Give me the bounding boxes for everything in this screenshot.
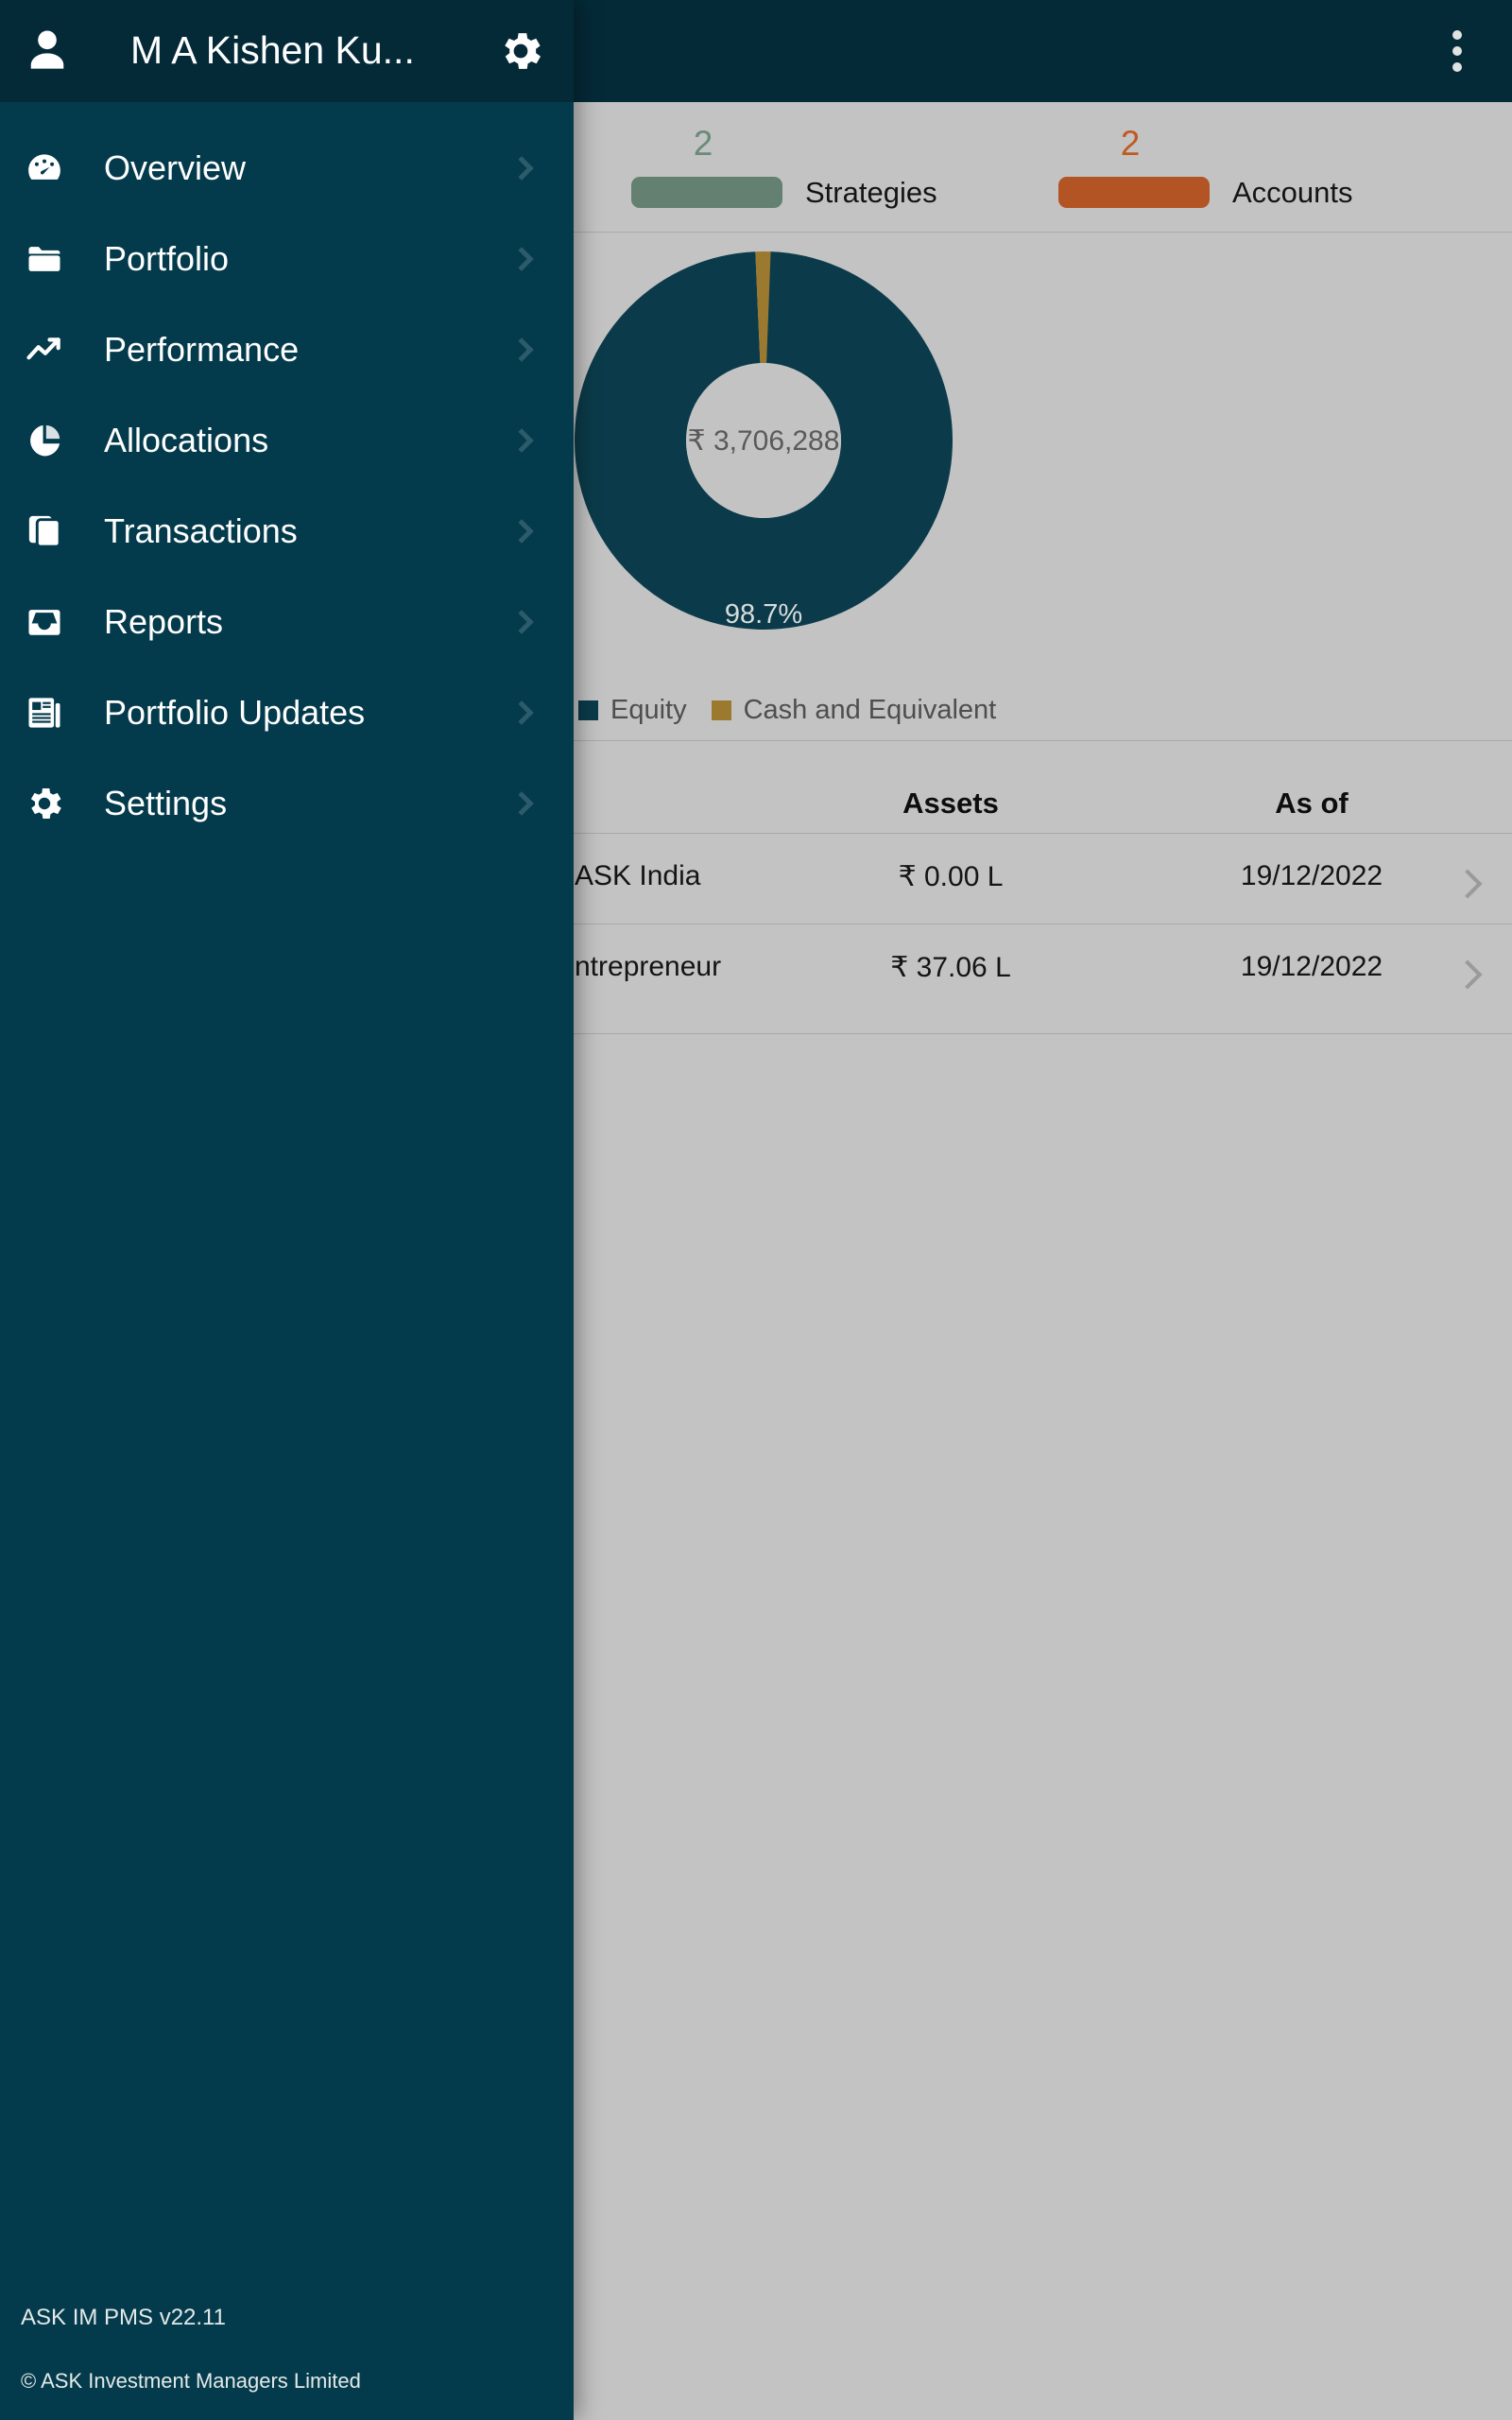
sidebar-item-label: Portfolio Updates <box>104 693 366 732</box>
sidebar-item-label: Transactions <box>104 511 298 550</box>
column-header-as-of: As of <box>1275 786 1349 820</box>
app-version: ASK IM PMS v22.11 <box>21 2305 226 2330</box>
row-assets: ₹ 37.06 L <box>890 952 1011 983</box>
pie-chart-icon <box>23 419 66 462</box>
chart-legend: Equity Cash and Equivalent <box>578 695 996 726</box>
donut-equity-percent: 98.7% <box>724 599 803 630</box>
overflow-menu-button[interactable] <box>1435 28 1480 74</box>
chevron-right-icon <box>509 247 534 271</box>
accounts-count: 2 <box>1120 123 1141 163</box>
column-header-assets: Assets <box>902 786 999 820</box>
sidebar-item-label: Settings <box>104 784 228 822</box>
legend-swatch-cash-icon <box>711 700 731 720</box>
chevron-right-icon <box>509 791 534 816</box>
drawer-header: M A Kishen Ku... <box>0 0 574 102</box>
sidebar-item-reports[interactable]: Reports <box>0 577 574 667</box>
chevron-right-icon[interactable] <box>1452 959 1483 990</box>
strategies-count: 2 <box>693 123 713 163</box>
trending-up-icon <box>23 328 66 372</box>
sidebar-item-label: Portfolio <box>104 239 230 278</box>
person-icon <box>21 25 74 78</box>
sidebar-item-label: Allocations <box>104 421 269 459</box>
accounts-pill <box>1058 177 1210 208</box>
legend-swatch-equity-icon <box>578 700 598 720</box>
chevron-right-icon <box>509 610 534 634</box>
accounts-label: Accounts <box>1232 175 1353 209</box>
stat-accounts: 2 Accounts <box>1058 102 1455 233</box>
chevron-right-icon <box>509 700 534 725</box>
more-vertical-icon-dot <box>1452 46 1462 56</box>
app-root: 2 Strategies 2 Accounts ₹ 3,706,288 98.7… <box>0 0 1512 2420</box>
more-vertical-icon-dot <box>1452 62 1462 72</box>
gear-icon[interactable] <box>496 26 545 76</box>
sidebar-item-portfolio-updates[interactable]: Portfolio Updates <box>0 667 574 758</box>
sidebar-item-portfolio[interactable]: Portfolio <box>0 214 574 304</box>
row-account-name: ntrepreneur <box>575 951 722 982</box>
sidebar-item-allocations[interactable]: Allocations <box>0 395 574 486</box>
row-account-name: ASK India <box>575 860 701 891</box>
chevron-right-icon <box>509 428 534 453</box>
more-vertical-icon-dot <box>1452 30 1462 40</box>
legend-item-cash[interactable]: Cash and Equivalent <box>711 695 997 726</box>
row-as-of: 19/12/2022 <box>1240 860 1383 891</box>
newspaper-icon <box>23 691 66 735</box>
inbox-icon <box>23 600 66 644</box>
strategies-label: Strategies <box>805 175 937 209</box>
chevron-right-icon[interactable] <box>1452 869 1483 899</box>
drawer-footer: ASK IM PMS v22.11 © ASK Investment Manag… <box>0 2305 574 2420</box>
sidebar-item-performance[interactable]: Performance <box>0 304 574 395</box>
chevron-right-icon <box>509 519 534 544</box>
sidebar-item-label: Performance <box>104 330 300 369</box>
copy-icon <box>23 510 66 553</box>
legend-label-cash: Cash and Equivalent <box>743 695 997 725</box>
chevron-right-icon <box>509 337 534 362</box>
gear-icon <box>23 782 66 825</box>
navigation-drawer: M A Kishen Ku... Overview Portfolio Perf… <box>0 0 574 2420</box>
folder-icon <box>23 237 66 281</box>
allocation-donut-chart[interactable]: ₹ 3,706,288 98.7% <box>575 251 953 630</box>
sidebar-item-label: Overview <box>104 148 247 187</box>
sidebar-item-overview[interactable]: Overview <box>0 123 574 214</box>
legend-item-equity[interactable]: Equity <box>578 695 687 726</box>
sidebar-item-transactions[interactable]: Transactions <box>0 486 574 577</box>
donut-center-value: ₹ 3,706,288 <box>687 425 840 457</box>
sidebar-item-label: Reports <box>104 602 224 641</box>
strategies-pill <box>631 177 782 208</box>
drawer-user-name: M A Kishen Ku... <box>130 28 415 72</box>
speedometer-icon <box>23 147 66 190</box>
chevron-right-icon <box>509 156 534 181</box>
copyright-text: © ASK Investment Managers Limited <box>21 2369 361 2393</box>
legend-label-equity: Equity <box>610 695 687 725</box>
stat-strategies: 2 Strategies <box>631 102 1028 233</box>
sidebar-item-settings[interactable]: Settings <box>0 758 574 849</box>
drawer-nav-list: Overview Portfolio Performance Allocatio… <box>0 102 574 849</box>
row-as-of: 19/12/2022 <box>1240 951 1383 982</box>
row-assets: ₹ 0.00 L <box>898 861 1004 892</box>
